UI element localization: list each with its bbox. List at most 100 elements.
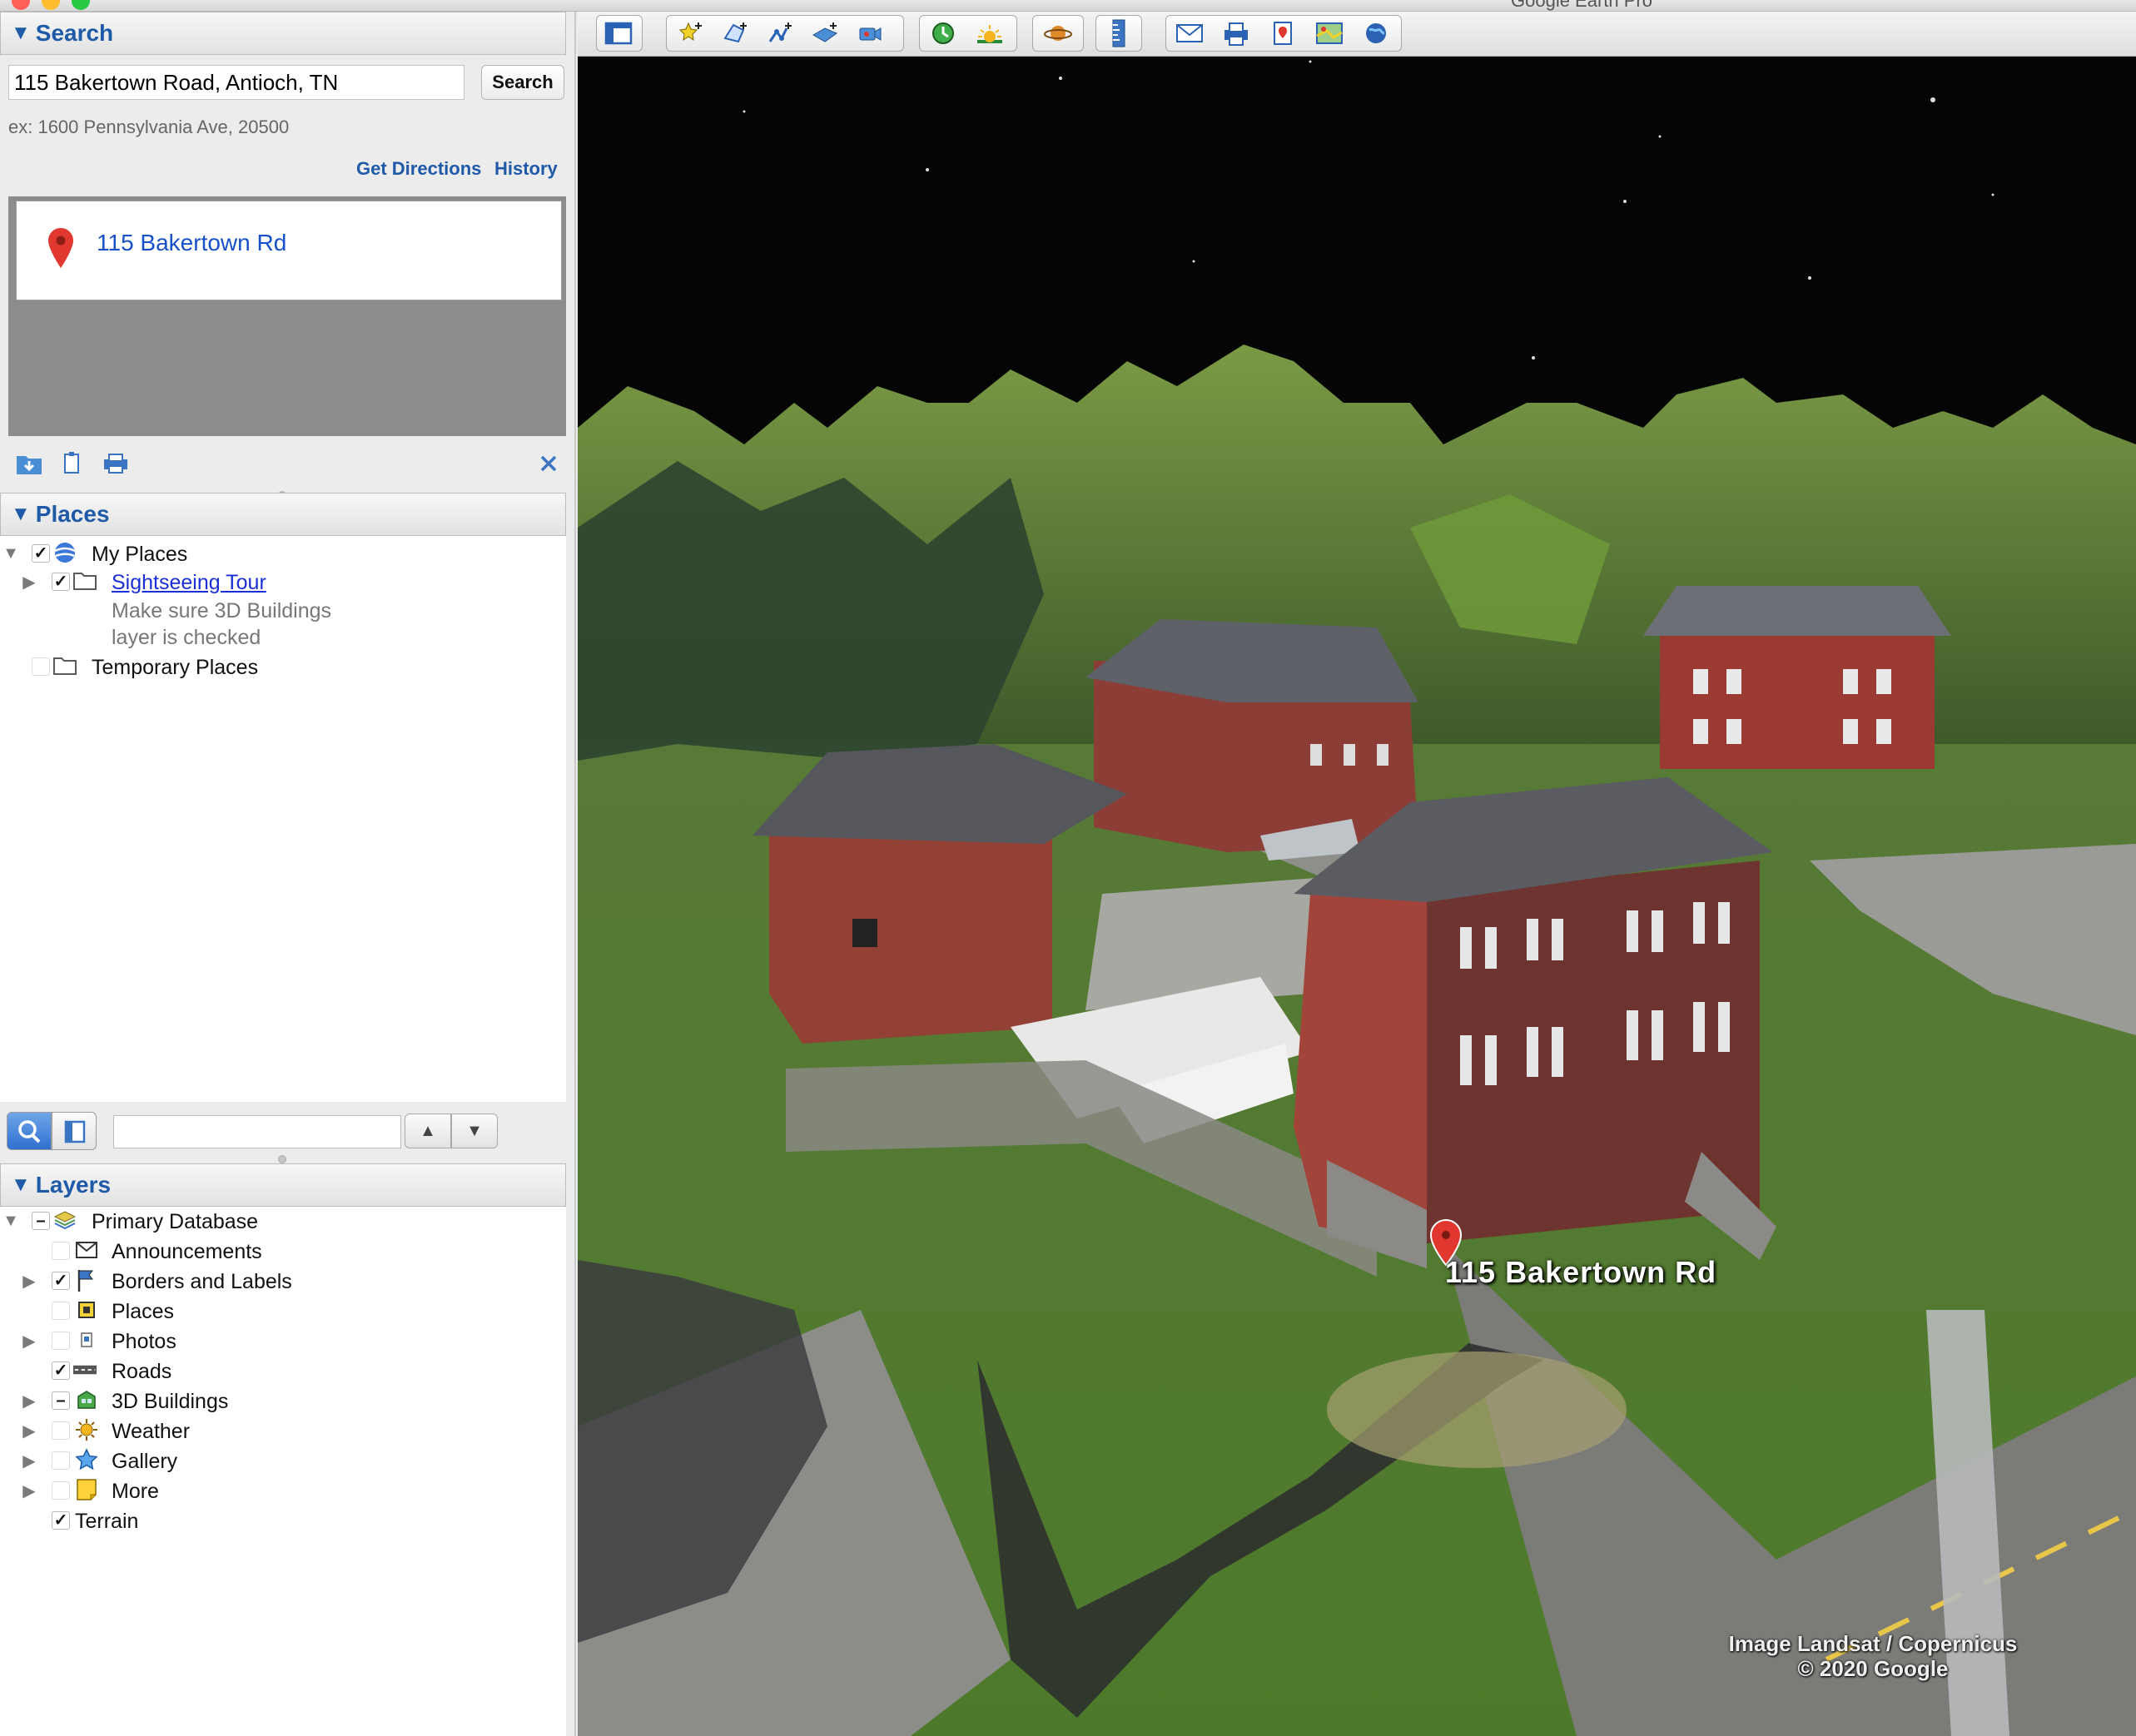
record-tour-icon[interactable] xyxy=(850,15,890,52)
ruler-icon[interactable] xyxy=(1099,15,1139,52)
add-placemark-icon[interactable] xyxy=(670,15,710,52)
temporary-places-checkbox[interactable] xyxy=(32,657,50,676)
splitter-handle[interactable] xyxy=(278,1155,286,1163)
history-link[interactable]: History xyxy=(494,158,558,180)
expand-triangle-icon[interactable]: ▶ xyxy=(20,1386,38,1415)
gallery-label[interactable]: Gallery xyxy=(112,1450,177,1474)
layers-tree: ▼ – Primary Database Announcements ▶ ✓ B… xyxy=(0,1207,566,1736)
email-icon[interactable] xyxy=(1170,15,1210,52)
expand-triangle-icon[interactable]: ▶ xyxy=(20,1416,38,1445)
roads-checkbox[interactable]: ✓ xyxy=(52,1362,70,1380)
sidebar-toggle-icon[interactable] xyxy=(599,15,638,52)
share-tools-group xyxy=(1165,15,1402,52)
search-panel-header[interactable]: ▼ Search xyxy=(0,12,566,55)
weather-label[interactable]: Weather xyxy=(112,1420,190,1444)
weather-checkbox[interactable] xyxy=(52,1421,70,1440)
roads-label[interactable]: Roads xyxy=(112,1360,171,1384)
add-polygon-icon[interactable] xyxy=(715,15,755,52)
borders-labels-checkbox[interactable]: ✓ xyxy=(52,1272,70,1290)
sun-icon xyxy=(75,1418,98,1441)
road-icon xyxy=(73,1358,97,1381)
zoom-window-button[interactable] xyxy=(72,0,90,10)
search-input[interactable] xyxy=(8,65,464,100)
primary-database-checkbox[interactable]: – xyxy=(32,1212,50,1230)
search-result-item[interactable]: 115 Bakertown Rd xyxy=(16,201,562,300)
more-checkbox[interactable] xyxy=(52,1481,70,1500)
placemark-label[interactable]: 115 Bakertown Rd xyxy=(1445,1255,1716,1290)
temporary-places-label[interactable]: Temporary Places xyxy=(92,656,258,680)
red-pin-icon xyxy=(48,228,73,272)
add-image-overlay-icon[interactable] xyxy=(805,15,845,52)
print-icon[interactable] xyxy=(1216,15,1256,52)
places-layer-icon xyxy=(75,1298,98,1322)
main-toolbar xyxy=(578,12,2136,57)
expand-triangle-icon[interactable]: ▼ xyxy=(2,539,20,568)
more-label[interactable]: More xyxy=(112,1480,159,1504)
3d-buildings-checkbox[interactable]: – xyxy=(52,1391,70,1410)
expand-triangle-icon[interactable]: ▶ xyxy=(20,568,38,596)
borders-labels-label[interactable]: Borders and Labels xyxy=(112,1270,292,1294)
expand-triangle-icon[interactable]: ▶ xyxy=(20,1267,38,1295)
earth-icon[interactable] xyxy=(1356,15,1396,52)
expand-triangle-icon[interactable]: ▶ xyxy=(20,1446,38,1475)
aerial-scene-image xyxy=(578,12,2136,1736)
search-places-button[interactable] xyxy=(7,1112,52,1150)
move-down-button[interactable]: ▼ xyxy=(451,1114,498,1148)
ruler-group xyxy=(1095,15,1142,52)
window-titlebar: Google Earth Pro xyxy=(0,0,2136,12)
expand-triangle-icon[interactable]: ▶ xyxy=(20,1476,38,1505)
sightseeing-tour-link[interactable]: Sightseeing Tour xyxy=(112,571,266,595)
copy-icon[interactable] xyxy=(58,451,87,476)
layers-panel-header[interactable]: ▼ Layers xyxy=(0,1163,566,1207)
planet-icon[interactable] xyxy=(1038,15,1078,52)
3d-buildings-label[interactable]: 3D Buildings xyxy=(112,1390,228,1414)
terrain-label[interactable]: Terrain xyxy=(75,1510,138,1534)
expand-triangle-icon[interactable]: ▶ xyxy=(20,1327,38,1355)
tour-note-line-2: layer is checked xyxy=(112,626,261,649)
my-places-checkbox[interactable]: ✓ xyxy=(32,544,50,563)
sunlight-icon[interactable] xyxy=(970,15,1010,52)
places-panel-header[interactable]: ▼ Places xyxy=(0,493,566,536)
sightseeing-tour-checkbox[interactable]: ✓ xyxy=(52,573,70,591)
add-path-icon[interactable] xyxy=(760,15,800,52)
announcements-label[interactable]: Announcements xyxy=(112,1240,262,1264)
gallery-checkbox[interactable] xyxy=(52,1451,70,1470)
collapse-triangle-icon: ▼ xyxy=(11,1173,31,1196)
get-directions-link[interactable]: Get Directions xyxy=(356,158,481,180)
my-places-label[interactable]: My Places xyxy=(92,543,187,567)
note-icon xyxy=(75,1478,98,1501)
places-filter-input[interactable] xyxy=(113,1115,401,1148)
tour-note-line-1: Make sure 3D Buildings xyxy=(112,599,332,622)
search-button[interactable]: Search xyxy=(481,65,564,100)
primary-database-label[interactable]: Primary Database xyxy=(92,1210,258,1234)
print-results-icon[interactable] xyxy=(102,451,130,476)
sidebar: ▼ Search Search ex: 1600 Pennsylvania Av… xyxy=(0,12,576,1736)
terrain-checkbox[interactable]: ✓ xyxy=(52,1511,70,1530)
search-results-area: 115 Bakertown Rd xyxy=(8,196,566,436)
places-layer-checkbox[interactable] xyxy=(52,1302,70,1320)
folder-icon xyxy=(73,569,97,593)
close-window-button[interactable] xyxy=(12,0,30,10)
folder-icon xyxy=(53,654,77,677)
search-example-hint: ex: 1600 Pennsylvania Ave, 20500 xyxy=(8,117,290,137)
photos-label[interactable]: Photos xyxy=(112,1330,176,1354)
move-up-button[interactable]: ▲ xyxy=(405,1114,451,1148)
photos-checkbox[interactable] xyxy=(52,1332,70,1350)
save-image-icon[interactable] xyxy=(1263,15,1303,52)
places-nav-bar: ▲ ▼ xyxy=(0,1102,566,1152)
expand-triangle-icon[interactable]: ▼ xyxy=(2,1207,20,1235)
sidebar-panel-toggle-button[interactable] xyxy=(52,1112,97,1150)
search-result-label: 115 Bakertown Rd xyxy=(97,230,287,255)
earth-3d-view[interactable] xyxy=(578,12,2136,1736)
clear-search-icon[interactable] xyxy=(536,451,564,476)
view-in-maps-icon[interactable] xyxy=(1309,15,1349,52)
imagery-attribution: Image Landsat / Copernicus © 2020 Google xyxy=(1698,1631,2048,1681)
planet-group xyxy=(1032,15,1084,52)
historical-imagery-icon[interactable] xyxy=(923,15,963,52)
minimize-window-button[interactable] xyxy=(42,0,60,10)
places-layer-label[interactable]: Places xyxy=(112,1300,174,1324)
announcements-checkbox[interactable] xyxy=(52,1242,70,1260)
window-title: Google Earth Pro xyxy=(1511,0,1652,11)
sidebar-toggle-group xyxy=(596,15,643,52)
save-to-places-icon[interactable] xyxy=(15,451,43,476)
